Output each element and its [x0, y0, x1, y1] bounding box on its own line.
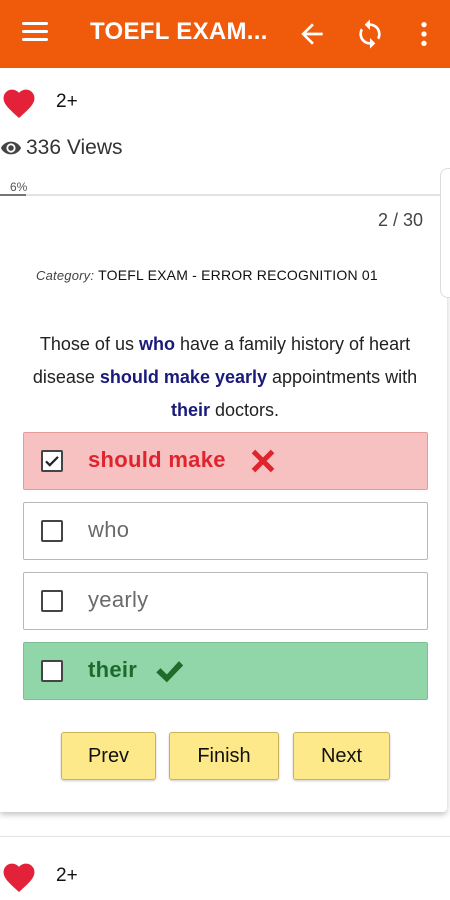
progress-percent: 6% [10, 180, 28, 194]
menu-icon[interactable] [22, 22, 48, 44]
option-text: yearly [88, 587, 149, 612]
views-label: 336 Views [26, 136, 123, 159]
quiz-card: 2 / 30 Category: TOEFL EXAM - ERROR RECOG… [0, 196, 447, 812]
option-text: who [88, 517, 130, 542]
prev-button[interactable]: Prev [61, 732, 156, 780]
category: Category: TOEFL EXAM - ERROR RECOGNITION … [36, 258, 416, 293]
checkbox[interactable] [41, 590, 63, 612]
checkbox[interactable] [41, 660, 63, 682]
likes-row-bottom: 2+ [0, 858, 78, 894]
option-who[interactable]: who [23, 502, 428, 560]
checkbox[interactable] [41, 520, 63, 542]
likes-count: 2+ [56, 91, 78, 112]
likes-count: 2+ [56, 865, 78, 886]
back-arrow-icon[interactable] [296, 18, 328, 50]
question-counter: 2 / 30 [377, 210, 423, 230]
sync-icon[interactable] [354, 18, 386, 50]
category-name: TOEFL EXAM - ERROR RECOGNITION 01 [98, 267, 378, 283]
finish-button[interactable]: Finish [169, 732, 279, 780]
question-part: Those of us [39, 334, 139, 354]
views-row: 336 Views [0, 136, 123, 160]
app-title: TOEFL EXAM... [90, 18, 268, 45]
more-vert-icon[interactable] [408, 18, 440, 50]
likes-row: 2+ [0, 84, 78, 120]
option-yearly[interactable]: yearly [23, 572, 428, 630]
divider [0, 836, 450, 837]
question-highlight: their [170, 400, 210, 420]
next-button[interactable]: Next [293, 732, 390, 780]
eye-icon [0, 141, 22, 155]
check-icon [45, 456, 59, 467]
correct-check-icon [156, 661, 184, 683]
checkbox[interactable] [41, 450, 63, 472]
question-text: Those of us who have a family history of… [22, 328, 428, 427]
heart-icon[interactable] [0, 85, 38, 119]
wrong-x-icon [251, 449, 275, 473]
question-highlight: should make yearly [99, 367, 268, 387]
heart-icon[interactable] [0, 859, 38, 893]
option-their[interactable]: their [23, 642, 428, 700]
app-bar: TOEFL EXAM... [0, 0, 450, 68]
option-text: their [88, 657, 138, 682]
question-highlight: who [138, 334, 175, 354]
question-part: doctors. [209, 400, 280, 420]
option-should-make[interactable]: should make [23, 432, 428, 490]
option-text: should make [88, 447, 226, 472]
category-label: Category: [36, 268, 95, 283]
question-part: appointments with [267, 367, 418, 387]
side-drawer-handle[interactable] [440, 168, 450, 298]
